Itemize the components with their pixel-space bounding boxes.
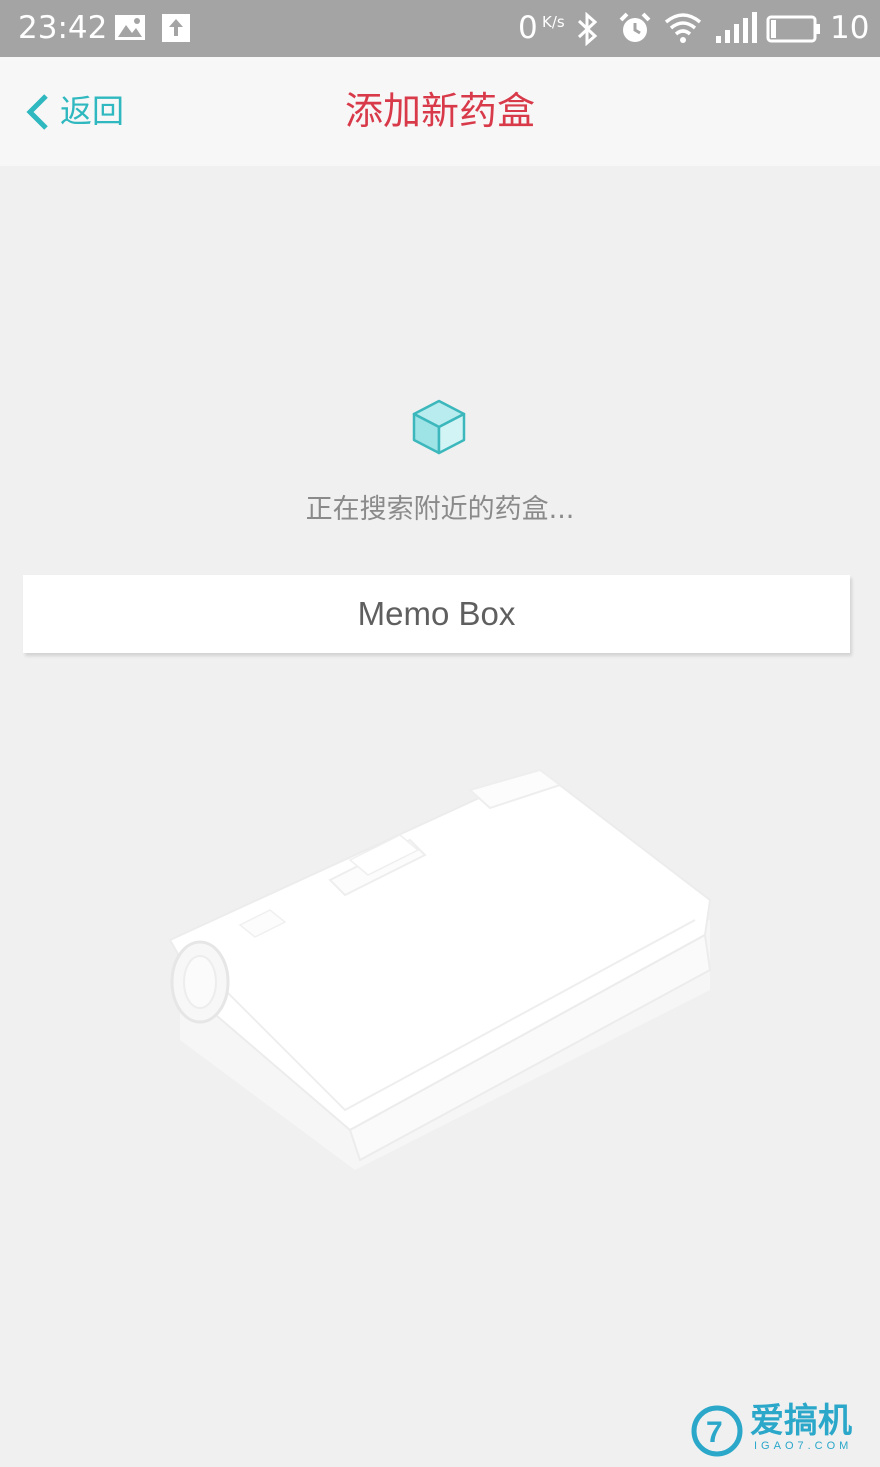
image-icon (114, 13, 146, 47)
igao7-logo-icon: 7 (691, 1405, 743, 1457)
cube-icon (408, 398, 470, 456)
svg-text:7: 7 (706, 1416, 723, 1449)
page-title: 添加新药盒 (344, 89, 535, 133)
device-list-item[interactable]: Memo Box (23, 575, 850, 653)
battery-level: 10 (830, 10, 870, 46)
nav-bar: 返回 添加新药盒 (0, 57, 880, 166)
status-bar: 23:42 0 K/s 10 (0, 0, 880, 57)
net-speed-unit: K/s (542, 13, 565, 31)
watermark-sub: IGAO7.COM (754, 1440, 853, 1452)
device-name: Memo Box (357, 595, 516, 632)
watermark-logo: 7 爱搞机 IGAO7.COM (690, 1400, 870, 1460)
search-status-text: 正在搜索附近的药盒... (305, 494, 575, 525)
net-speed: 0 (518, 10, 538, 46)
bluetooth-icon (576, 11, 600, 50)
battery-icon (766, 15, 822, 47)
pillbox-illustration (150, 750, 730, 1190)
status-time: 23:42 (18, 10, 108, 46)
alarm-icon (618, 11, 652, 49)
wifi-icon (664, 11, 702, 49)
signal-icon (715, 12, 757, 48)
upload-icon (161, 13, 191, 47)
watermark-text: 爱搞机 (750, 1401, 852, 1441)
